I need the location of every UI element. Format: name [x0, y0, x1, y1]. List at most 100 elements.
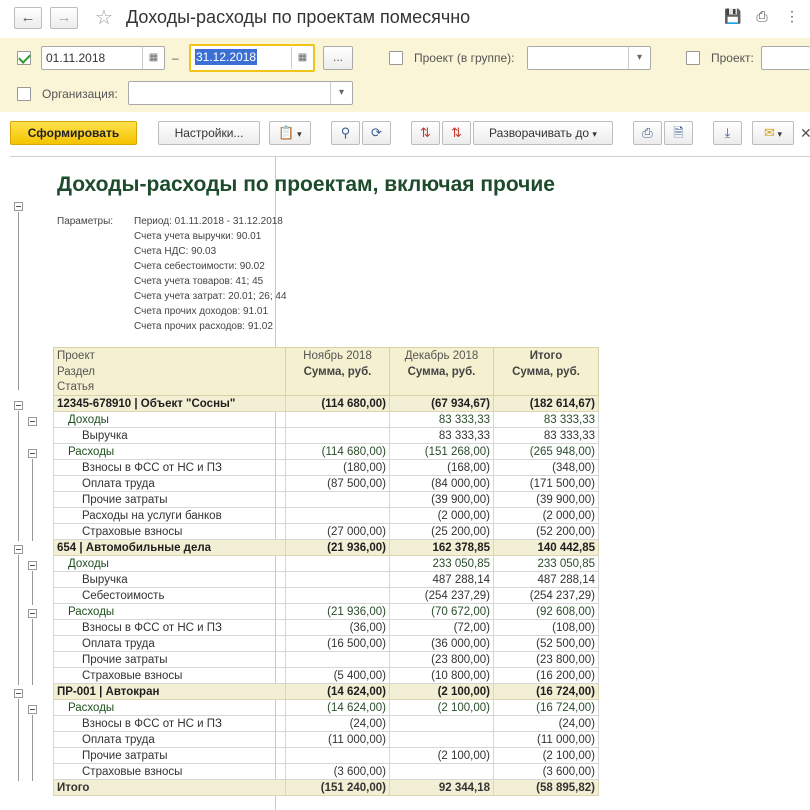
article-row[interactable]: Оплата труда (11 000,00) (11 000,00) [53, 731, 599, 748]
row-name[interactable]: Прочие затраты [53, 491, 286, 508]
collapse-header-icon[interactable] [14, 202, 23, 211]
date-to-field[interactable]: 31.12.2018 ▦ [189, 44, 315, 72]
row-name[interactable]: Расходы [53, 603, 286, 620]
cell-december[interactable]: (72,00) [389, 619, 494, 636]
cell-december[interactable]: (2 100,00) [389, 747, 494, 764]
cell-total[interactable]: 487 288,14 [493, 571, 599, 588]
print-icon[interactable]: ⎙ [754, 8, 770, 24]
cell-december[interactable]: (84 000,00) [389, 475, 494, 492]
collapse-section-4-icon[interactable] [28, 609, 37, 618]
print-button[interactable]: ⎙ [633, 121, 662, 145]
cell-total[interactable]: (23 800,00) [493, 651, 599, 668]
cell-total[interactable]: (52 200,00) [493, 523, 599, 540]
row-name[interactable]: Оплата труда [53, 635, 286, 652]
cell-total[interactable]: 233 050,85 [493, 555, 599, 572]
row-name[interactable]: Оплата труда [53, 475, 286, 492]
cell-total[interactable]: (11 000,00) [493, 731, 599, 748]
cell-november[interactable]: (3 600,00) [285, 763, 390, 780]
article-row[interactable]: Прочие затраты (2 100,00) (2 100,00) [53, 747, 599, 764]
cell-december[interactable]: (39 900,00) [389, 491, 494, 508]
row-name[interactable]: Страховые взносы [53, 523, 286, 540]
dropdown-arrow-icon[interactable]: ▾ [330, 82, 352, 104]
cell-november[interactable]: (24,00) [285, 715, 390, 732]
row-name[interactable]: Расходы [53, 443, 286, 460]
cell-november[interactable]: (14 624,00) [285, 683, 390, 700]
article-row[interactable]: Прочие затраты (39 900,00) (39 900,00) [53, 491, 599, 508]
article-row[interactable]: Оплата труда (16 500,00) (36 000,00) (52 50… [53, 635, 599, 652]
project-group-field[interactable]: ▾ [527, 46, 651, 70]
row-name[interactable]: Доходы [53, 555, 286, 572]
cell-november[interactable]: (36,00) [285, 619, 390, 636]
dropdown-arrow-icon[interactable]: ▾ [628, 47, 650, 69]
more-icon[interactable]: ⋮ [784, 8, 800, 24]
cell-total[interactable]: (2 100,00) [493, 747, 599, 764]
cell-total[interactable]: (2 000,00) [493, 507, 599, 524]
row-name[interactable]: ПР-001 | Автокран [53, 683, 286, 700]
cell-december[interactable]: (254 237,29) [389, 587, 494, 604]
variants-menu-button[interactable]: 📋 ▾ [269, 121, 311, 145]
cell-total[interactable]: (92 608,00) [493, 603, 599, 620]
cell-november[interactable]: (5 400,00) [285, 667, 390, 684]
cell-total[interactable]: (16 200,00) [493, 667, 599, 684]
article-row[interactable]: Страховые взносы (3 600,00) (3 600,00) [53, 763, 599, 780]
row-name[interactable]: Страховые взносы [53, 667, 286, 684]
row-name[interactable]: Взносы в ФСС от НС и ПЗ [53, 619, 286, 636]
favorite-star-icon[interactable]: ☆ [95, 5, 113, 30]
row-name[interactable]: 654 | Автомобильные дела [53, 539, 286, 556]
row-name[interactable]: Оплата труда [53, 731, 286, 748]
article-row[interactable]: Страховые взносы (27 000,00) (25 200,00) (5… [53, 523, 599, 540]
section-row[interactable]: Расходы (14 624,00) (2 100,00) (16 724,00) [53, 699, 599, 716]
cell-total[interactable]: 140 442,85 [493, 539, 599, 556]
row-name[interactable]: Прочие затраты [53, 747, 286, 764]
cell-december[interactable]: 233 050,85 [389, 555, 494, 572]
organization-field[interactable]: ▾ [128, 81, 353, 105]
cell-december[interactable]: (2 000,00) [389, 507, 494, 524]
collapse-project-2-icon[interactable] [14, 545, 23, 554]
row-name[interactable]: Выручка [53, 571, 286, 588]
article-row[interactable]: Оплата труда (87 500,00) (84 000,00) (171 5… [53, 475, 599, 492]
row-name[interactable]: Страховые взносы [53, 763, 286, 780]
calendar-icon[interactable]: ▦ [291, 47, 313, 69]
project-group-checkbox[interactable] [389, 51, 403, 65]
cell-december[interactable] [389, 715, 494, 732]
row-name[interactable]: 12345-678910 | Объект "Сосны" [53, 395, 286, 412]
cell-november[interactable]: (14 624,00) [285, 699, 390, 716]
collapse-project-1-icon[interactable] [14, 401, 23, 410]
article-row[interactable]: Себестоимость (254 237,29) (254 237,29) [53, 587, 599, 604]
article-row[interactable]: Выручка 83 333,33 83 333,33 [53, 427, 599, 444]
section-row[interactable]: Доходы 83 333,33 83 333,33 [53, 411, 599, 428]
cell-november[interactable] [285, 491, 390, 508]
cell-total[interactable]: (254 237,29) [493, 587, 599, 604]
article-row[interactable]: Выручка 487 288,14 487 288,14 [53, 571, 599, 588]
article-row[interactable]: Расходы на услуги банков (2 000,00) (2 000… [53, 507, 599, 524]
generate-button[interactable]: Сформировать [10, 121, 137, 145]
cell-december[interactable]: 83 333,33 [389, 411, 494, 428]
article-row[interactable]: Взносы в ФСС от НС и ПЗ (24,00) (24,00) [53, 715, 599, 732]
cell-november[interactable] [285, 507, 390, 524]
save-icon[interactable]: 💾 [724, 8, 741, 24]
cell-november[interactable] [285, 587, 390, 604]
section-row[interactable]: Расходы (114 680,00) (151 268,00) (265 948,… [53, 443, 599, 460]
total-row[interactable]: Итого (151 240,00) 92 344,18 (58 895,82) [53, 779, 599, 796]
sort-ascending-button[interactable]: ⇅ [442, 121, 471, 145]
cell-total[interactable]: (265 948,00) [493, 443, 599, 460]
collapse-section-1-icon[interactable] [28, 417, 37, 426]
period-select-button[interactable]: ... [323, 46, 353, 70]
article-row[interactable]: Взносы в ФСС от НС и ПЗ (36,00) (72,00) (10… [53, 619, 599, 636]
cell-total[interactable]: 83 333,33 [493, 411, 599, 428]
collapse-section-3-icon[interactable] [28, 561, 37, 570]
cell-november[interactable] [285, 747, 390, 764]
total-label[interactable]: Итого [53, 779, 286, 796]
total-december[interactable]: 92 344,18 [389, 779, 494, 796]
cell-december[interactable]: (70 672,00) [389, 603, 494, 620]
settings-button[interactable]: Настройки... [158, 121, 260, 145]
organization-checkbox[interactable] [17, 87, 31, 101]
cell-november[interactable]: (21 936,00) [285, 539, 390, 556]
cell-november[interactable] [285, 427, 390, 444]
total-grand[interactable]: (58 895,82) [493, 779, 599, 796]
project-row[interactable]: 12345-678910 | Объект "Сосны" (114 680,00… [53, 395, 599, 412]
row-name[interactable]: Взносы в ФСС от НС и ПЗ [53, 459, 286, 476]
section-row[interactable]: Доходы 233 050,85 233 050,85 [53, 555, 599, 572]
cell-december[interactable]: (2 100,00) [389, 683, 494, 700]
cell-december[interactable]: (10 800,00) [389, 667, 494, 684]
